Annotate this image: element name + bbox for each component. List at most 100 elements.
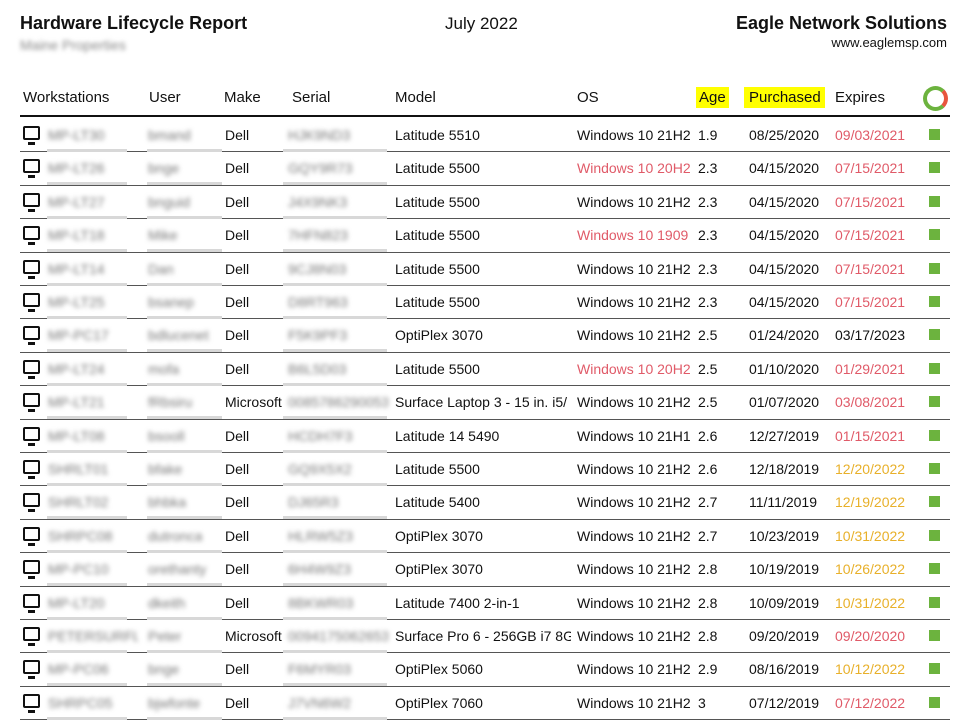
cell-user: bsooll bbox=[148, 427, 185, 444]
cell-user: fRbsiru bbox=[148, 394, 193, 411]
cell-model: Latitude 5500 bbox=[395, 294, 480, 310]
table-row[interactable]: MP-LT24 mofa Dell B6L5D03 Latitude 5500 Windo… bbox=[20, 352, 950, 387]
cell-age: 2.6 bbox=[698, 427, 718, 444]
col-age: Age bbox=[696, 87, 729, 108]
report-subtitle: Maine Properties bbox=[20, 37, 126, 53]
cell-workstation: MP-LT14 bbox=[48, 260, 105, 277]
col-purchased: Purchased bbox=[744, 87, 825, 108]
table-row[interactable]: MP-LT27 bnguid Dell J4X9NK3 Latitude 5500 Win… bbox=[20, 185, 950, 220]
cell-expires: 03/08/2021 bbox=[835, 394, 906, 411]
cell-make: Dell bbox=[225, 561, 250, 578]
table-row[interactable]: MP-LT21 fRbsiru Microsoft 0085786290053 Surf… bbox=[20, 385, 950, 420]
monitor-icon bbox=[23, 393, 40, 413]
table-row[interactable]: MP-LT18 Mike Dell 7HFN823 Latitude 5500 Windo… bbox=[20, 218, 950, 253]
cell-purchased: 10/23/2019 bbox=[749, 527, 820, 544]
cell-serial: 0085786290053 bbox=[288, 394, 388, 411]
monitor-icon bbox=[23, 192, 40, 212]
status-square-icon bbox=[929, 195, 940, 207]
cell-model: Latitude 14 5490 bbox=[395, 427, 500, 444]
cell-purchased: 01/10/2020 bbox=[749, 360, 820, 377]
table-row[interactable]: MP-LT14 Dan Dell 9CJ8N03 Latitude 5500 Window… bbox=[20, 252, 950, 286]
cell-serial: 7HFN823 bbox=[288, 227, 348, 244]
table-row[interactable]: MP-PC06 bnge Dell F6MYR03 OptiPlex 5060 Windo… bbox=[20, 652, 950, 687]
cell-user: mofa bbox=[148, 360, 180, 377]
cell-make: Dell bbox=[225, 694, 250, 711]
cell-purchased: 08/25/2020 bbox=[749, 127, 820, 143]
cell-serial: GQ9X5X2 bbox=[288, 461, 352, 477]
status-square-icon bbox=[929, 630, 940, 641]
table-row[interactable]: MP-LT26 bnge Dell GQY9R73 Latitude 5500 Windo… bbox=[20, 151, 950, 186]
cell-user: dkeith bbox=[148, 594, 186, 611]
monitor-icon bbox=[23, 259, 40, 279]
table-row[interactable]: MP-LT25 bsanep Dell D8RT963 Latitude 5500 Win… bbox=[20, 285, 950, 320]
cell-serial: F5K9PF3 bbox=[288, 327, 348, 344]
cell-serial: HCDH7F3 bbox=[288, 427, 353, 444]
cell-expires: 10/31/2022 bbox=[835, 527, 906, 544]
serial-underline bbox=[283, 716, 387, 720]
cell-make: Dell bbox=[225, 427, 250, 444]
cell-age: 2.3 bbox=[698, 260, 718, 277]
table-row[interactable]: MP-PC17 bdlucenet Dell F5K9PF3 OptiPlex 3070… bbox=[20, 318, 950, 353]
cell-make: Dell bbox=[225, 494, 250, 511]
cell-user: bfake bbox=[148, 461, 183, 477]
cell-make: Dell bbox=[225, 461, 250, 477]
table-row[interactable]: PETERSURFL Peter Microsoft 0094175062653 Sur… bbox=[20, 619, 950, 654]
cell-serial: J7VN6W2 bbox=[288, 694, 352, 711]
cell-workstation: MP-LT18 bbox=[48, 227, 105, 244]
table-row[interactable]: MP-LT20 dkeith Dell 8BKWR03 Latitude 7400 2-… bbox=[20, 586, 950, 620]
table-row[interactable]: SHRLT02 bhbka Dell DJ65R3 Latitude 5400 Windo… bbox=[20, 485, 950, 520]
cell-serial: 6H4W9Z3 bbox=[288, 561, 352, 578]
monitor-icon bbox=[23, 293, 40, 312]
monitor-icon bbox=[23, 560, 40, 580]
cell-make: Dell bbox=[225, 160, 250, 177]
cell-os: Windows 10 21H1 bbox=[577, 427, 691, 444]
cell-serial: 8BKWR03 bbox=[288, 594, 354, 611]
cell-os: Windows 10 20H2 bbox=[577, 160, 691, 177]
cell-user: Mike bbox=[148, 227, 178, 244]
cell-model: OptiPlex 3070 bbox=[395, 561, 483, 578]
monitor-icon bbox=[23, 126, 40, 145]
table-row[interactable]: MP-PC10 orethanty Dell 6H4W9Z3 OptiPlex 3070… bbox=[20, 552, 950, 587]
monitor-icon bbox=[23, 526, 40, 546]
cell-workstation: MP-PC06 bbox=[48, 661, 109, 678]
status-square-icon bbox=[929, 262, 940, 274]
table-row[interactable]: MP-LT08 bsooll Dell HCDH7F3 Latitude 14 5490… bbox=[20, 419, 950, 453]
cell-expires: 12/19/2022 bbox=[835, 494, 906, 511]
status-square-icon bbox=[929, 296, 940, 307]
col-make: Make bbox=[224, 89, 261, 106]
status-square-icon bbox=[929, 529, 940, 541]
cell-workstation: MP-LT30 bbox=[48, 127, 105, 143]
table-row[interactable]: SHRLT01 bfake Dell GQ9X5X2 Latitude 5500 Wind… bbox=[20, 452, 950, 487]
cell-purchased: 12/27/2019 bbox=[749, 427, 820, 444]
cell-serial: 9CJ8N03 bbox=[288, 260, 347, 277]
table-row[interactable]: SHRPC08 dutronca Dell HLRW5Z3 OptiPlex 3070 W… bbox=[20, 519, 950, 554]
cell-os: Windows 10 21H2 bbox=[577, 561, 691, 578]
cell-model: Latitude 5500 bbox=[395, 461, 480, 477]
status-square-icon bbox=[929, 329, 940, 341]
col-workstations: Workstations bbox=[23, 89, 110, 106]
cell-model: Latitude 5500 bbox=[395, 193, 480, 210]
cell-model: Latitude 5500 bbox=[395, 227, 480, 244]
cell-purchased: 10/19/2019 bbox=[749, 561, 820, 578]
cell-expires: 07/15/2021 bbox=[835, 193, 906, 210]
cell-expires: 01/29/2021 bbox=[835, 360, 906, 377]
cell-expires: 09/03/2021 bbox=[835, 127, 906, 143]
status-square-icon bbox=[929, 129, 940, 140]
cell-expires: 07/15/2021 bbox=[835, 160, 906, 177]
cell-workstation: MP-LT24 bbox=[48, 360, 105, 377]
cell-workstation: SHRPC05 bbox=[48, 694, 113, 711]
status-square-icon bbox=[929, 463, 940, 474]
monitor-icon bbox=[23, 226, 40, 246]
cell-workstation: SHRPC08 bbox=[48, 527, 113, 544]
cell-os: Windows 10 21H2 bbox=[577, 694, 691, 711]
cell-age: 2.3 bbox=[698, 227, 718, 244]
cell-model: Latitude 5500 bbox=[395, 260, 480, 277]
cell-os: Windows 10 21H2 bbox=[577, 594, 691, 611]
table-row[interactable]: MP-LT30 bmand Dell HJK9ND3 Latitude 5510 Wind… bbox=[20, 118, 950, 153]
cell-purchased: 09/20/2019 bbox=[749, 628, 820, 644]
cell-serial: HLRW5Z3 bbox=[288, 527, 354, 544]
cell-os: Windows 10 21H2 bbox=[577, 294, 691, 310]
monitor-icon bbox=[23, 359, 40, 379]
status-square-icon bbox=[929, 496, 940, 508]
cell-make: Dell bbox=[225, 661, 250, 678]
